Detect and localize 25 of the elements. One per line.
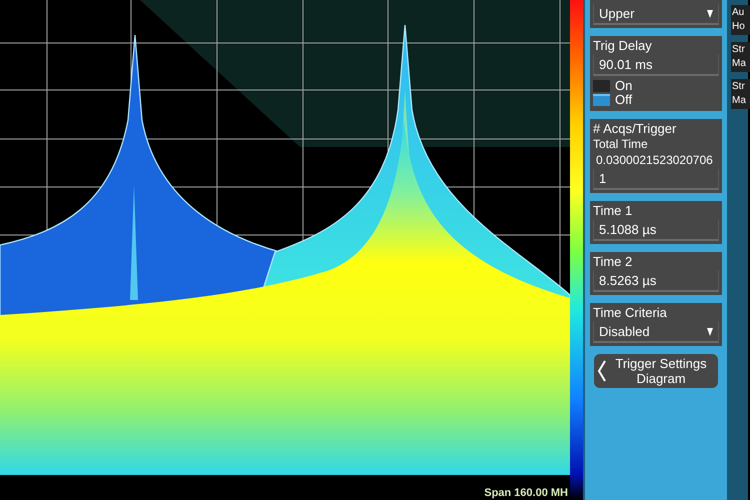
readout-value: 0.0300021523020706 xyxy=(595,152,714,168)
dropdown[interactable]: Disabled xyxy=(593,322,719,343)
field-label: Total Time xyxy=(593,138,649,151)
input-field[interactable]: 5.1088 µs xyxy=(593,220,719,241)
toggle-label: On xyxy=(615,79,632,93)
span-label: Span 160.00 MH xyxy=(484,487,568,500)
caret-icon xyxy=(707,328,713,336)
side-button[interactable]: Au Ho xyxy=(731,5,750,35)
toggle-switch[interactable] xyxy=(593,94,610,106)
group-label: # Acqs/Trigger xyxy=(593,121,678,137)
input-field[interactable]: 8.5263 µs xyxy=(593,271,719,292)
input-field[interactable]: 1 xyxy=(593,169,719,190)
trigger-settings-button[interactable]: Trigger Settings Diagram xyxy=(594,354,718,388)
side-button[interactable]: Str Ma xyxy=(731,42,750,72)
caret-icon xyxy=(707,10,713,18)
group-label: Time 2 xyxy=(593,254,634,270)
dropdown[interactable]: Upper xyxy=(593,4,719,25)
group-label: Trig Delay xyxy=(593,38,653,54)
side-button[interactable]: Str Ma xyxy=(731,79,750,109)
group-label: Time 1 xyxy=(593,203,634,219)
group-label: Time Criteria xyxy=(593,305,668,321)
input-field[interactable]: 90.01 ms xyxy=(593,55,719,76)
toggle-label: Off xyxy=(615,93,632,107)
toggle-switch[interactable] xyxy=(593,80,610,92)
chevron-left-icon xyxy=(597,360,606,382)
